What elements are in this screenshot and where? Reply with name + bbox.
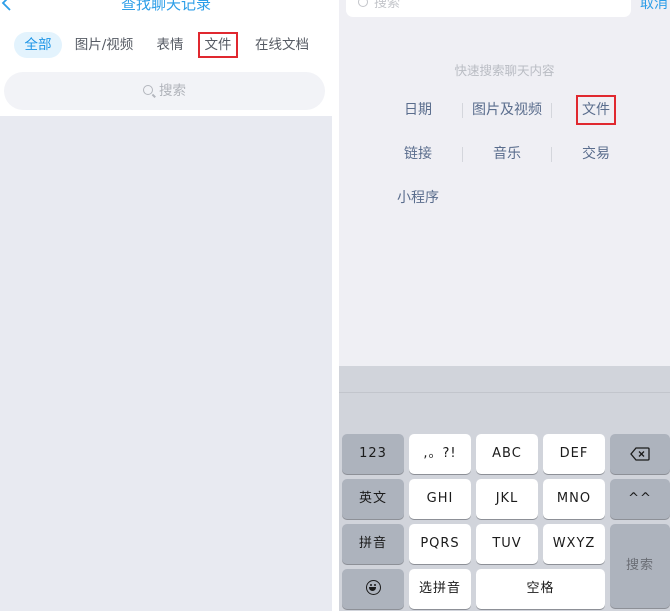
results-area bbox=[0, 116, 332, 611]
cancel-button[interactable]: 取消 bbox=[640, 0, 668, 13]
emoji-key[interactable] bbox=[342, 569, 404, 609]
backspace-icon bbox=[630, 447, 650, 461]
key-abc[interactable]: ABC bbox=[476, 434, 538, 474]
search-hint: 快速搜索聊天内容 bbox=[454, 63, 555, 78]
tab-files[interactable]: 文件 bbox=[198, 32, 238, 58]
candidate-bar-divider bbox=[339, 392, 670, 393]
space-key[interactable]: 空格 bbox=[476, 569, 605, 609]
pinyin-keyboard: 123 ,。?! ABC DEF 英文 GHI JKL MNO ^^ 拼音 PQ… bbox=[339, 366, 670, 611]
category-images-videos[interactable]: 图片及视频 bbox=[467, 99, 547, 121]
separator bbox=[462, 103, 463, 118]
filter-tabs: 全部 图片/视频 表情 文件 在线文档 bbox=[14, 32, 324, 58]
category-transactions[interactable]: 交易 bbox=[567, 143, 625, 165]
page-title: 查找聊天记录 bbox=[120, 0, 211, 13]
category-links[interactable]: 链接 bbox=[389, 143, 447, 165]
key-emoticon[interactable]: ^^ bbox=[610, 479, 670, 519]
search-icon bbox=[358, 0, 368, 7]
key-pinyin[interactable]: 拼音 bbox=[342, 524, 404, 564]
panel-divider bbox=[332, 0, 339, 611]
key-ghi[interactable]: GHI bbox=[409, 479, 471, 519]
search-placeholder: 搜索 bbox=[159, 83, 186, 99]
search-input[interactable]: 搜索 bbox=[346, 0, 631, 17]
category-files[interactable]: 文件 bbox=[576, 95, 616, 125]
search-input[interactable]: 搜索 bbox=[4, 72, 325, 110]
tab-all[interactable]: 全部 bbox=[14, 32, 62, 58]
key-english[interactable]: 英文 bbox=[342, 479, 404, 519]
separator bbox=[462, 147, 463, 162]
search-key[interactable]: 搜索 bbox=[610, 524, 670, 608]
key-pqrs[interactable]: PQRS bbox=[409, 524, 471, 564]
category-date[interactable]: 日期 bbox=[389, 99, 447, 121]
search-placeholder: 搜索 bbox=[374, 0, 401, 11]
quick-search-screen: 搜索 取消 快速搜索聊天内容 日期 图片及视频 文件 链接 音乐 交易 小程序 … bbox=[339, 0, 670, 611]
separator bbox=[551, 103, 552, 118]
key-def[interactable]: DEF bbox=[543, 434, 605, 474]
tab-images-videos[interactable]: 图片/视频 bbox=[72, 32, 136, 58]
key-tuv[interactable]: TUV bbox=[476, 524, 538, 564]
key-select-pinyin[interactable]: 选拼音 bbox=[409, 569, 471, 609]
category-music[interactable]: 音乐 bbox=[479, 143, 535, 165]
key-mno[interactable]: MNO bbox=[543, 479, 605, 519]
chat-history-search-screen: 查找聊天记录 全部 图片/视频 表情 文件 在线文档 搜索 bbox=[0, 0, 332, 611]
backspace-key[interactable] bbox=[610, 434, 670, 474]
key-wxyz[interactable]: WXYZ bbox=[543, 524, 605, 564]
key-jkl[interactable]: JKL bbox=[476, 479, 538, 519]
tab-online-docs[interactable]: 在线文档 bbox=[254, 32, 310, 58]
key-punctuation[interactable]: ,。?! bbox=[409, 434, 471, 474]
key-123[interactable]: 123 bbox=[342, 434, 404, 474]
category-mini-programs[interactable]: 小程序 bbox=[387, 187, 449, 209]
search-icon bbox=[143, 85, 153, 95]
separator bbox=[551, 147, 552, 162]
tab-stickers[interactable]: 表情 bbox=[153, 32, 187, 58]
emoji-icon bbox=[365, 580, 381, 595]
search-key-label: 搜索 bbox=[625, 558, 654, 573]
